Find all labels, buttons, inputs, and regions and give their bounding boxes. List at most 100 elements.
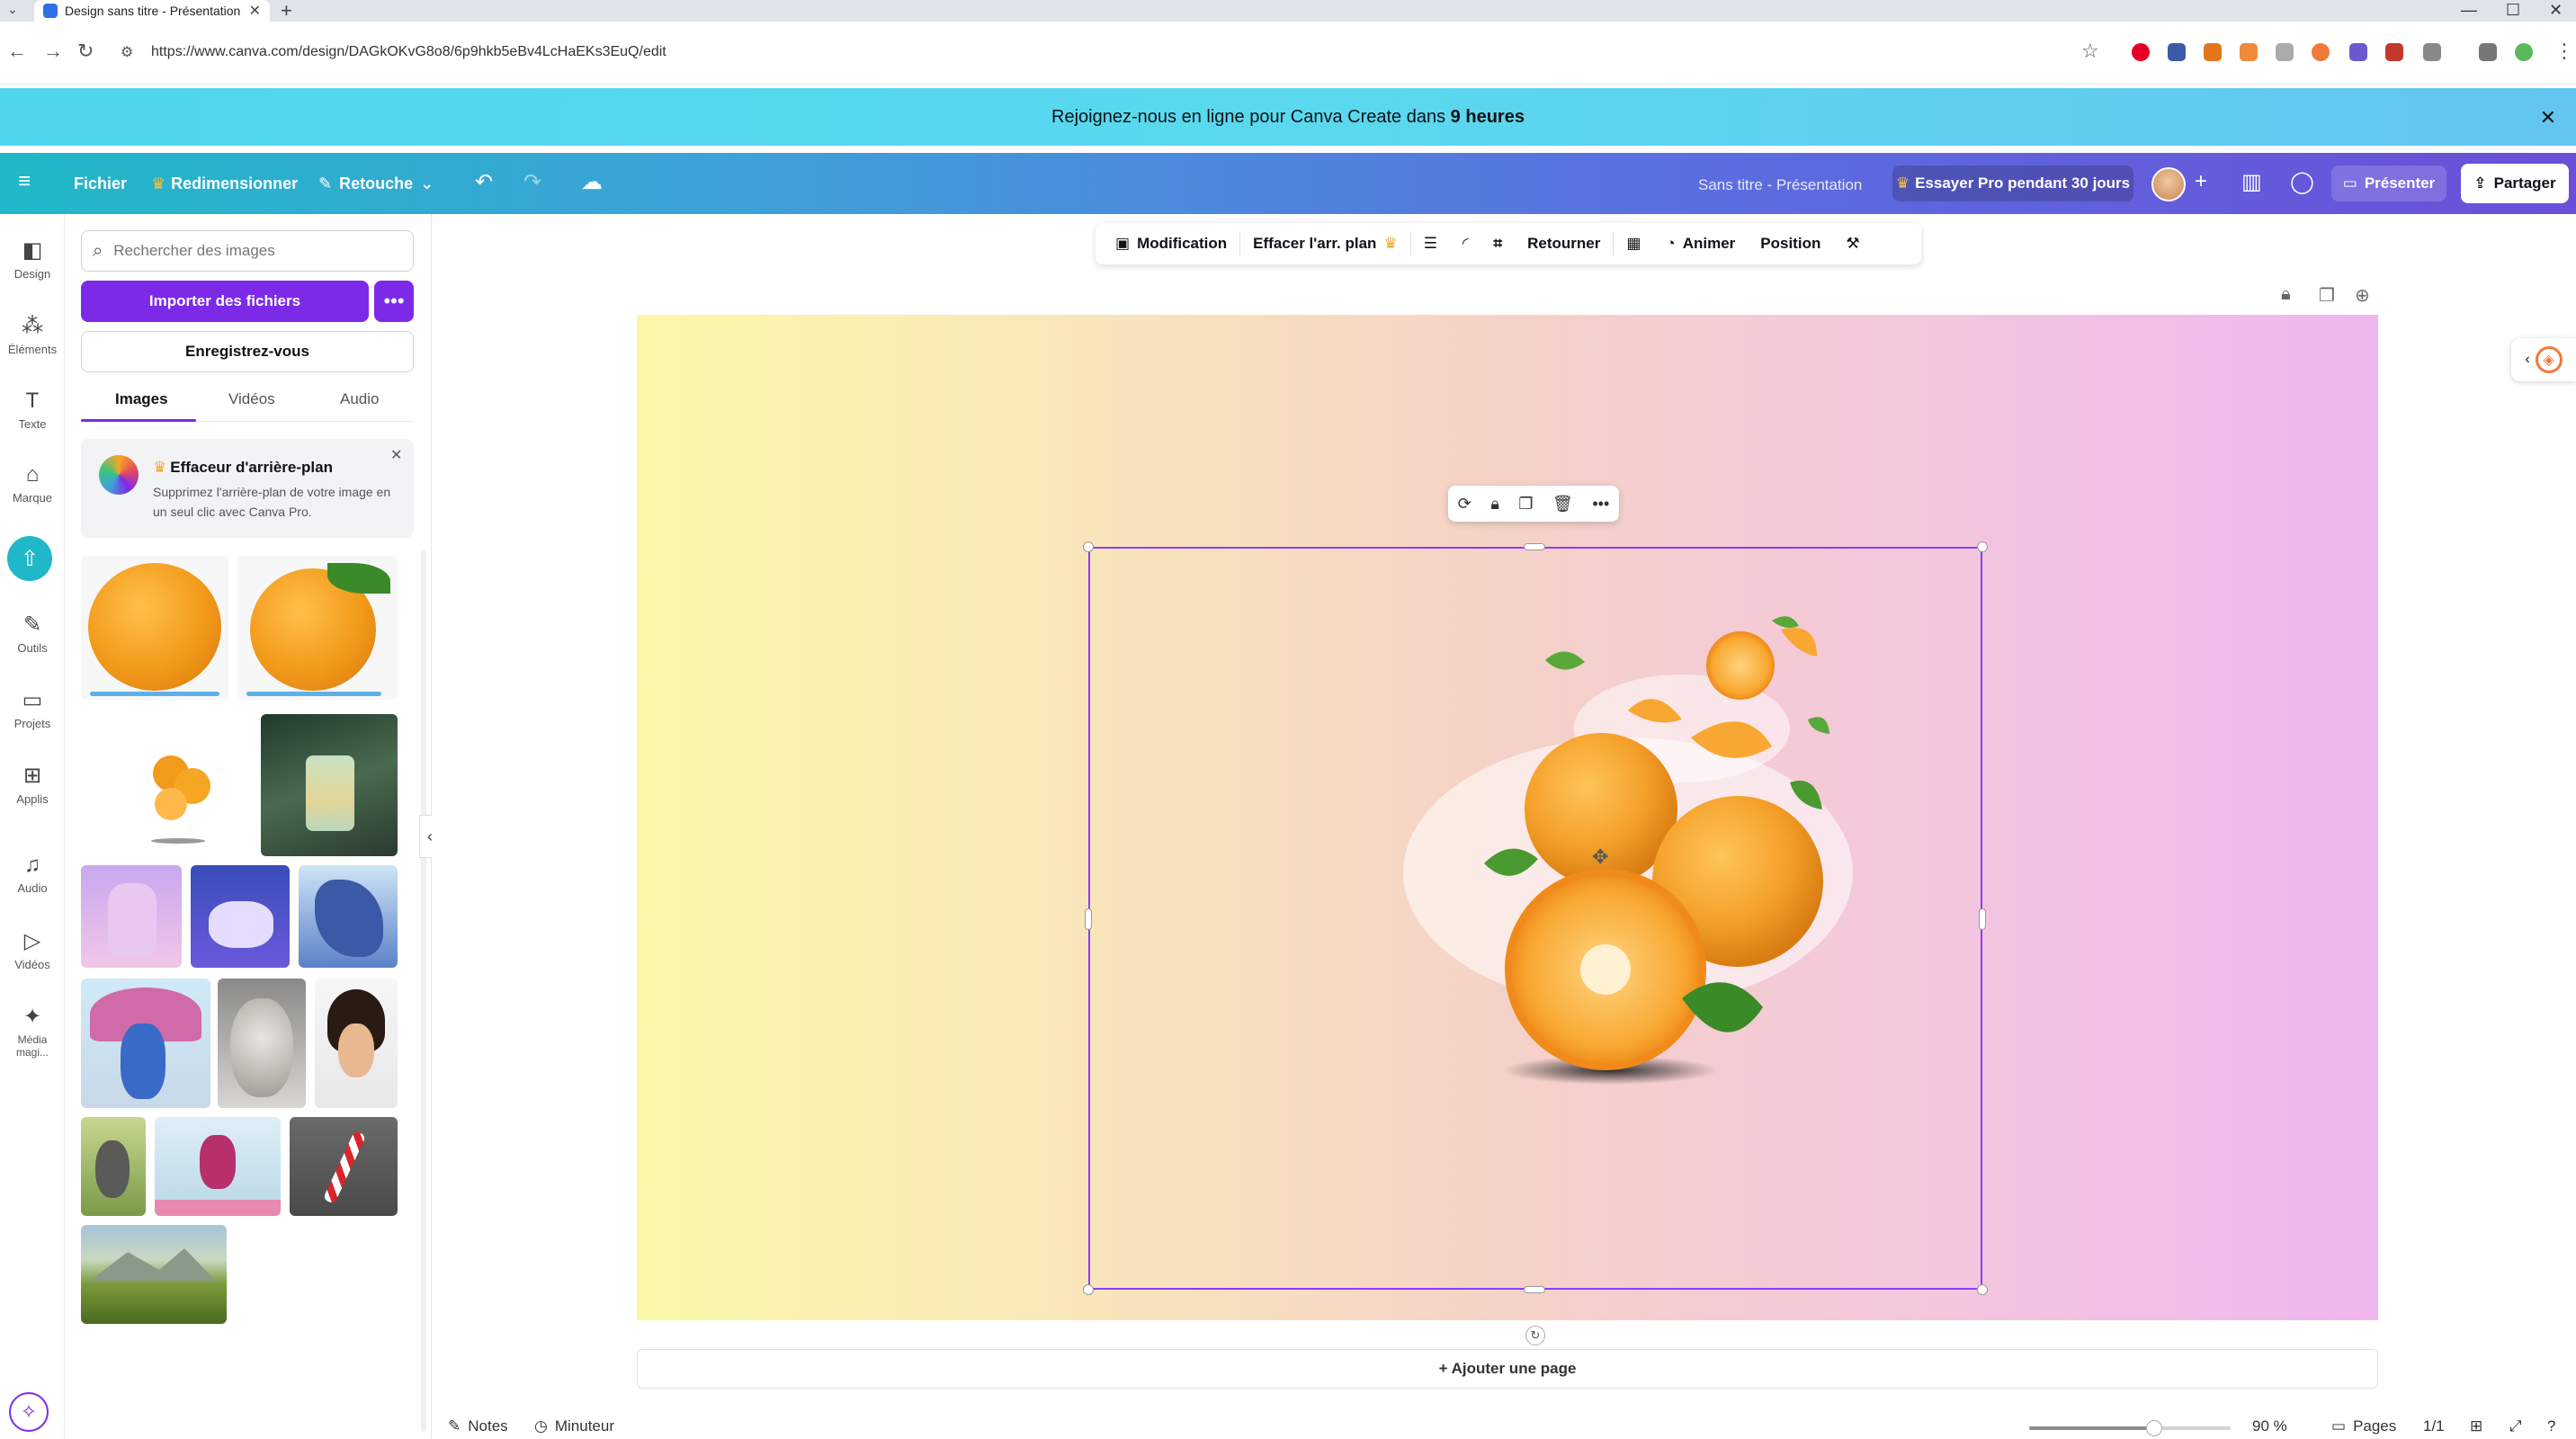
- rail-item-projects[interactable]: ▭ Projets: [0, 687, 65, 730]
- image-thumbnail-cat-outdoor[interactable]: [81, 1117, 146, 1216]
- resize-handle-bottom[interactable]: [1524, 1286, 1545, 1293]
- image-thumbnail-dragon[interactable]: [299, 865, 398, 968]
- search-input[interactable]: [113, 242, 384, 260]
- duplicate-icon[interactable]: ❐: [1518, 495, 1533, 514]
- url-text[interactable]: https://www.canva.com/design/DAGkOKvG8o8…: [151, 44, 666, 60]
- rail-item-magic-media[interactable]: ✦ Média magi...: [0, 1004, 65, 1059]
- tab-videos[interactable]: Vidéos: [228, 390, 275, 408]
- close-window-button[interactable]: ✕: [2549, 0, 2563, 22]
- rail-item-apps[interactable]: ⊞ Applis: [0, 763, 65, 806]
- insights-chart-icon[interactable]: ▥: [2241, 169, 2262, 195]
- retouch-button[interactable]: ✎ Retouche ⌄: [318, 174, 434, 193]
- rail-item-brand[interactable]: ⌂ Marque: [0, 462, 65, 505]
- rail-item-design[interactable]: ◧ Design: [0, 237, 65, 281]
- resize-handle-top-left[interactable]: [1083, 541, 1094, 552]
- zoom-slider[interactable]: [2029, 1420, 2231, 1436]
- maximize-button[interactable]: ☐: [2506, 0, 2520, 22]
- add-page-icon[interactable]: ⊕: [2355, 284, 2370, 307]
- resize-handle-top[interactable]: [1524, 543, 1545, 550]
- crop-button[interactable]: ⌗: [1481, 235, 1516, 253]
- promo-close-icon[interactable]: ✕: [390, 446, 402, 464]
- image-thumbnail-perfume[interactable]: [261, 714, 398, 856]
- tab-audio[interactable]: Audio: [340, 390, 379, 408]
- extensions-puzzle-icon[interactable]: [2423, 43, 2441, 61]
- bookmark-star-icon[interactable]: ☆: [2081, 40, 2099, 63]
- image-thumbnail-oranges-splash[interactable]: [81, 714, 254, 856]
- avatar[interactable]: [2151, 167, 2186, 201]
- rotate-icon[interactable]: ↻: [1525, 1326, 1545, 1345]
- remove-bg-button[interactable]: Effacer l'arr. plan ♛: [1240, 235, 1410, 253]
- image-thumbnail-orange[interactable]: [81, 556, 228, 700]
- import-more-button[interactable]: •••: [374, 281, 414, 322]
- file-menu-button[interactable]: Fichier: [74, 174, 127, 193]
- media-control-icon[interactable]: [2479, 43, 2497, 61]
- cloud-save-icon[interactable]: ☁: [581, 169, 603, 195]
- share-button[interactable]: ⇪ Partager: [2461, 164, 2569, 203]
- undo-icon[interactable]: ↶: [475, 169, 493, 195]
- tab-list-chevron-icon[interactable]: ⌄: [7, 2, 18, 17]
- notes-button[interactable]: ✎ Notes: [448, 1417, 508, 1435]
- extension-icon[interactable]: [2349, 43, 2367, 61]
- try-pro-button[interactable]: ♛ Essayer Pro pendant 30 jours: [1892, 165, 2133, 201]
- edit-image-button[interactable]: ▣ Modification: [1103, 235, 1239, 253]
- border-style-button[interactable]: ☰: [1411, 235, 1450, 253]
- corner-rounding-button[interactable]: ◜: [1450, 235, 1481, 253]
- help-icon[interactable]: ?: [2547, 1417, 2555, 1435]
- tab-close-icon[interactable]: ✕: [249, 2, 261, 20]
- magic-edit-icon[interactable]: ⟳: [1458, 495, 1471, 514]
- site-settings-icon[interactable]: ⚙: [121, 43, 133, 61]
- pages-button[interactable]: ▭ Pages: [2331, 1417, 2396, 1435]
- banner-close-icon[interactable]: ✕: [2540, 106, 2556, 130]
- duplicate-page-icon[interactable]: ❐: [2319, 284, 2335, 307]
- move-cursor-icon[interactable]: ✥: [1592, 845, 1608, 869]
- image-thumbnail-llama[interactable]: [81, 865, 182, 968]
- image-thumbnail-candy-cane[interactable]: [290, 1117, 398, 1216]
- image-thumbnail-jumping-woman[interactable]: [155, 1117, 281, 1216]
- rail-item-audio[interactable]: ♫ Audio: [0, 853, 65, 895]
- hamburger-icon[interactable]: ≡: [18, 169, 31, 194]
- lock-page-icon[interactable]: 🔒︎: [2281, 284, 2291, 305]
- camera-extension-icon[interactable]: [2276, 43, 2294, 61]
- grid-view-icon[interactable]: ⊞: [2470, 1417, 2482, 1435]
- add-collaborator-icon[interactable]: +: [2195, 169, 2207, 194]
- rail-item-uploads-active[interactable]: ⇧: [7, 536, 52, 581]
- resize-handle-left[interactable]: [1085, 908, 1092, 930]
- metamask-extension-icon[interactable]: [2204, 43, 2222, 61]
- design-title[interactable]: Sans titre - Présentation: [1698, 176, 1862, 194]
- extension-icon[interactable]: [2312, 43, 2330, 61]
- browser-menu-icon[interactable]: ⋮: [2554, 40, 2574, 63]
- reload-icon[interactable]: ↻: [77, 40, 94, 63]
- new-tab-button[interactable]: +: [281, 0, 292, 22]
- rail-item-elements[interactable]: ⁂ Éléments: [0, 313, 65, 356]
- present-button[interactable]: ▭ Présenter: [2331, 165, 2446, 201]
- import-files-button[interactable]: Importer des fichiers: [81, 281, 369, 322]
- image-thumbnail-unicorn[interactable]: [191, 865, 290, 968]
- browser-tab[interactable]: Design sans titre - Présentation ✕: [34, 0, 270, 22]
- image-thumbnail-woman-portrait[interactable]: [315, 979, 398, 1108]
- resize-handle-bottom-right[interactable]: [1977, 1284, 1988, 1295]
- zoom-slider-knob[interactable]: [2145, 1420, 2162, 1436]
- timer-button[interactable]: ◷ Minuteur: [534, 1417, 614, 1435]
- tab-images[interactable]: Images: [115, 390, 168, 408]
- copy-style-button[interactable]: ⚒: [1833, 235, 1872, 253]
- flip-button[interactable]: Retourner: [1515, 235, 1613, 253]
- zoom-value[interactable]: 90 %: [2252, 1417, 2287, 1435]
- image-thumbnail-blue-dragon[interactable]: [81, 979, 210, 1108]
- profile-icon[interactable]: [2515, 43, 2533, 61]
- image-thumbnail-landscape[interactable]: [81, 1225, 227, 1324]
- resize-handle-bottom-left[interactable]: [1083, 1284, 1094, 1295]
- magic-assistant-icon[interactable]: ✧: [9, 1392, 49, 1432]
- forward-icon[interactable]: →: [43, 40, 63, 63]
- add-page-button[interactable]: + Ajouter une page: [637, 1349, 2378, 1389]
- extension-icon[interactable]: [2168, 43, 2186, 61]
- minimize-button[interactable]: —: [2461, 0, 2477, 22]
- comment-icon[interactable]: ◯: [2290, 169, 2314, 195]
- image-thumbnail-orange-leaf[interactable]: [237, 556, 398, 700]
- trash-icon[interactable]: 🗑︎: [1552, 495, 1573, 514]
- extension-icon[interactable]: [2240, 43, 2258, 61]
- rail-item-tools[interactable]: ✎ Outils: [0, 612, 65, 655]
- resize-handle-top-right[interactable]: [1977, 541, 1988, 552]
- resize-button[interactable]: ♛ Redimensionner: [151, 174, 298, 193]
- rail-item-text[interactable]: T Texte: [0, 389, 65, 431]
- lock-icon[interactable]: 🔒︎: [1490, 495, 1499, 514]
